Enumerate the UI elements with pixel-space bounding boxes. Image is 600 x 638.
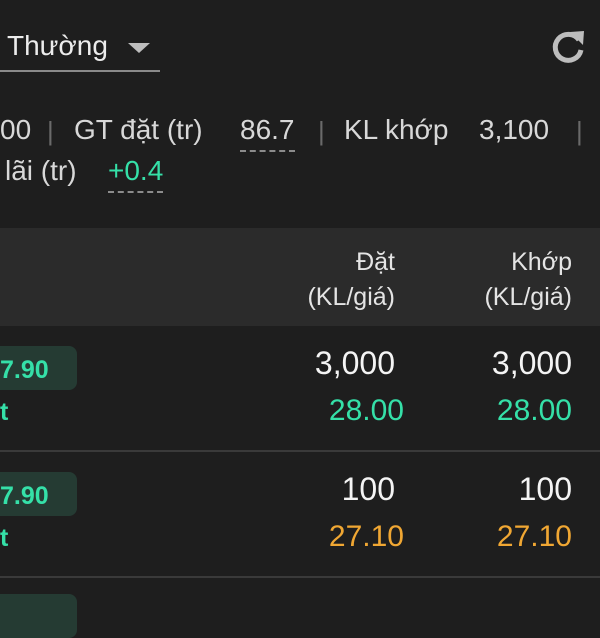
dat-price: 27.10 [328, 520, 404, 553]
price-badge-value: 7.90 [0, 356, 49, 384]
dat-qty: 100 [341, 471, 395, 507]
gt-dat-value[interactable]: 86.7 [240, 114, 295, 152]
refresh-icon[interactable] [548, 26, 588, 66]
price-badge [0, 594, 77, 638]
khop-qty: 100 [518, 471, 572, 507]
lai-value[interactable]: +0.4 [108, 155, 164, 193]
khop-price: 28.00 [496, 394, 572, 427]
order-type-label: Thường [7, 30, 108, 61]
col-dat-title: Đặt [356, 248, 395, 276]
table-row[interactable] [0, 452, 600, 576]
divider: | [47, 116, 54, 146]
divider: | [576, 116, 583, 146]
summary-cut-value: 00 [0, 114, 32, 145]
kl-khop-label: KL khớp [344, 114, 449, 145]
gt-dat-label: GT đặt (tr) [74, 114, 203, 145]
kl-khop-value: 3,100 [479, 114, 550, 145]
lai-label: lãi (tr) [5, 155, 77, 186]
chevron-down-icon[interactable] [128, 43, 150, 53]
col-khop-title: Khớp [511, 248, 572, 276]
price-badge-value: 7.90 [0, 482, 49, 510]
divider: | [318, 116, 325, 146]
col-dat-subtitle: (KL/giá) [307, 283, 395, 311]
col-khop-subtitle: (KL/giá) [484, 283, 572, 311]
khop-price: 27.10 [496, 520, 572, 553]
row-cut-text: t [0, 398, 9, 426]
row-cut-text: t [0, 524, 9, 552]
dat-price: 28.00 [328, 394, 404, 427]
row-divider [0, 576, 600, 578]
khop-qty: 3,000 [491, 345, 572, 381]
dat-qty: 3,000 [314, 345, 395, 381]
